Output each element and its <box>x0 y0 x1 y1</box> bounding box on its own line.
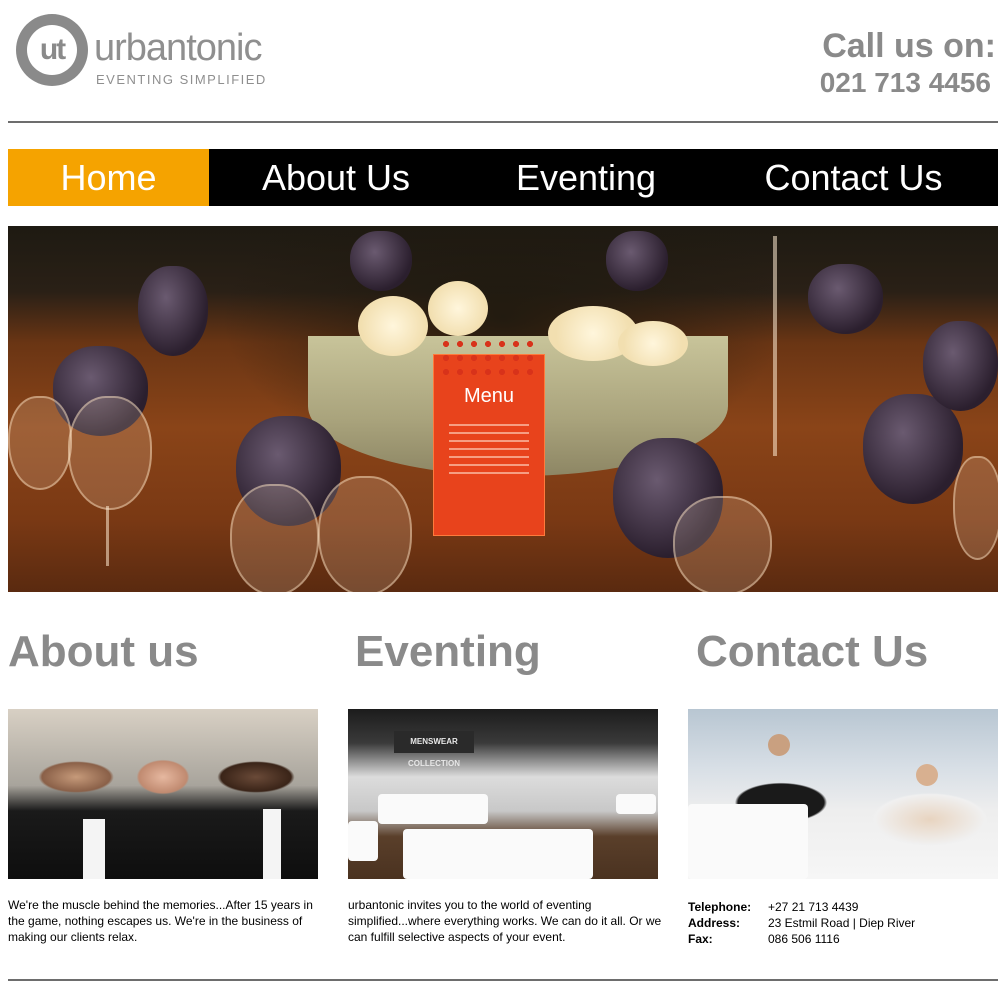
contact-details: Telephone: +27 21 713 4439 Address: 23 E… <box>688 899 915 947</box>
wine-glass <box>953 456 998 560</box>
header-phone-number: 021 713 4456 <box>819 67 991 98</box>
about-photo[interactable] <box>8 709 318 879</box>
telephone-label: Telephone: <box>688 900 752 914</box>
contact-row-telephone: Telephone: +27 21 713 4439 <box>688 899 915 915</box>
header-divider <box>8 121 998 123</box>
menu-card: Menu <box>433 337 545 536</box>
wine-glass <box>923 321 998 411</box>
contact-row-fax: Fax: 086 506 1116 <box>688 931 915 947</box>
white-tie <box>263 809 281 879</box>
contact-row-address: Address: 23 Estmil Road | Diep River <box>688 915 915 931</box>
menu-card-lines <box>449 418 529 480</box>
eventing-heading[interactable]: Eventing <box>355 628 541 676</box>
lounge-sofa <box>616 794 656 814</box>
wine-glass <box>230 484 319 592</box>
candle-stand <box>773 236 777 456</box>
wine-glass <box>808 264 883 334</box>
logo-mark-text: ut <box>27 25 77 75</box>
fax-label: Fax: <box>688 932 713 946</box>
lounge-sofa <box>378 794 488 824</box>
nav-item-about-us[interactable]: About Us <box>209 149 463 206</box>
menu-ornament <box>439 337 539 377</box>
eventing-description: urbantonic invites you to the world of e… <box>348 898 662 944</box>
flower-decoration <box>428 281 488 336</box>
event-banner: MENSWEAR COLLECTION <box>394 731 474 768</box>
call-us-label: Call us on: <box>822 27 996 65</box>
eventing-photo[interactable]: MENSWEAR COLLECTION <box>348 709 658 879</box>
nav-item-home[interactable]: Home <box>8 149 209 206</box>
lounge-sofa <box>688 804 808 879</box>
address-value: 23 Estmil Road | Diep River <box>768 916 916 930</box>
lounge-sofa <box>403 829 593 879</box>
person-head <box>768 734 790 756</box>
logo-tagline: EVENTING SIMPLIFIED <box>96 72 267 87</box>
logo-mark[interactable]: ut <box>16 14 88 86</box>
white-tie <box>83 819 105 879</box>
wine-glass <box>68 396 152 510</box>
wine-glass <box>863 394 963 504</box>
wine-glass <box>138 266 208 356</box>
wine-glass <box>673 496 772 592</box>
nav-item-contact-us[interactable]: Contact Us <box>709 149 998 206</box>
person-head <box>916 764 938 786</box>
wine-glass <box>8 396 72 490</box>
hero-image: Menu <box>8 226 998 592</box>
contact-heading[interactable]: Contact Us <box>696 628 928 676</box>
lounge-sofa <box>348 821 378 861</box>
logo-wordmark[interactable]: urbantonic <box>94 28 262 68</box>
main-nav: Home About Us Eventing Contact Us <box>8 149 998 206</box>
address-label: Address: <box>688 916 741 930</box>
glass-stem <box>106 506 109 566</box>
wine-glass <box>606 231 668 291</box>
flower-decoration <box>358 296 428 356</box>
about-heading[interactable]: About us <box>8 628 199 676</box>
wine-glass <box>350 231 412 291</box>
nav-item-eventing[interactable]: Eventing <box>463 149 709 206</box>
flower-decoration <box>618 321 688 366</box>
contact-photo[interactable] <box>688 709 998 879</box>
about-description: We're the muscle behind the memories...A… <box>8 898 313 944</box>
menu-card-title: Menu <box>463 385 515 407</box>
telephone-value: +27 21 713 4439 <box>768 900 859 914</box>
fax-value: 086 506 1116 <box>768 932 840 946</box>
footer-divider <box>8 979 998 981</box>
wine-glass <box>318 476 412 592</box>
